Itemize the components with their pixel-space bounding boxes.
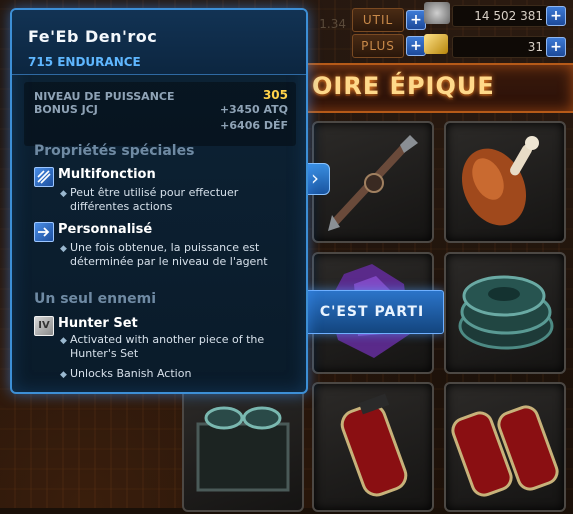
discs-icon (458, 275, 554, 350)
power-label: NIVEAU DE PUISSANCE (34, 90, 175, 103)
gold-icon (424, 34, 448, 54)
personalized-icon (34, 222, 54, 242)
util-add-button[interactable]: + (406, 10, 426, 30)
item-slot-canisters[interactable] (444, 382, 566, 512)
special-properties-heading: Propriétés spéciales (34, 143, 195, 159)
set-bullet-1: Activated with another piece of the Hunt… (70, 333, 265, 360)
item-slot-discs[interactable] (444, 252, 566, 374)
start-button[interactable]: C'EST PARTI (300, 290, 444, 334)
resource-bar: 1.34 UTIL + PLUS + 14 502 381 + 31 + (300, 0, 573, 62)
prop-desc-multifunction: Peut être utilisé pour effectuer différe… (70, 186, 239, 213)
set-title: Hunter Set (58, 316, 138, 331)
canister-icon (340, 393, 408, 497)
item-slot-spear[interactable] (312, 121, 434, 243)
canisters-icon (451, 405, 559, 497)
single-enemy-heading: Un seul ennemi (34, 291, 156, 307)
currency-add-button[interactable]: + (546, 6, 566, 26)
plus-add-button[interactable]: + (406, 36, 426, 56)
set-iv-icon: IV (34, 316, 54, 336)
bullet-icon: ◆ (60, 189, 67, 199)
prop-title-multifunction: Multifonction (58, 167, 156, 182)
item-name: Fe'Eb Den'roc (28, 27, 158, 46)
gold-value: 31 (452, 36, 548, 58)
currency-value: 14 502 381 (452, 5, 548, 27)
item-slot-canister[interactable] (312, 382, 434, 512)
multifunction-icon (34, 167, 54, 187)
def-bonus: +6406 DÉF (220, 119, 288, 132)
bullet-icon: ◆ (60, 336, 67, 346)
item-tooltip: Fe'Eb Den'roc 715 ENDURANCE NIVEAU DE PU… (10, 8, 308, 394)
prop-title-personalized: Personnalisé (58, 222, 153, 237)
drumstick-icon (461, 136, 539, 226)
spear-icon (328, 135, 418, 231)
power-value: 305 (262, 88, 288, 102)
prop-desc-personalized: Une fois obtenue, la puissance est déter… (70, 241, 268, 268)
plus-button[interactable]: PLUS (352, 34, 404, 58)
stats-box: NIVEAU DE PUISSANCE 305 BONUS JCJ +3450 … (24, 82, 296, 146)
item-slot-drumstick[interactable] (444, 121, 566, 243)
currency-icon (424, 2, 450, 24)
pvp-label: BONUS JCJ (34, 103, 98, 116)
util-button[interactable]: UTIL (352, 8, 404, 32)
crate-icon (196, 406, 290, 492)
item-endurance: 715 ENDURANCE (28, 55, 141, 69)
bullet-icon: ◆ (60, 370, 67, 380)
gold-add-button[interactable]: + (546, 37, 566, 57)
bullet-icon: ◆ (60, 244, 67, 254)
set-bullet-2: Unlocks Banish Action (70, 367, 192, 380)
screen-title: OIRE ÉPIQUE (312, 72, 495, 100)
atk-bonus: +3450 ATQ (219, 103, 288, 116)
item-slot-crate[interactable] (182, 382, 304, 512)
